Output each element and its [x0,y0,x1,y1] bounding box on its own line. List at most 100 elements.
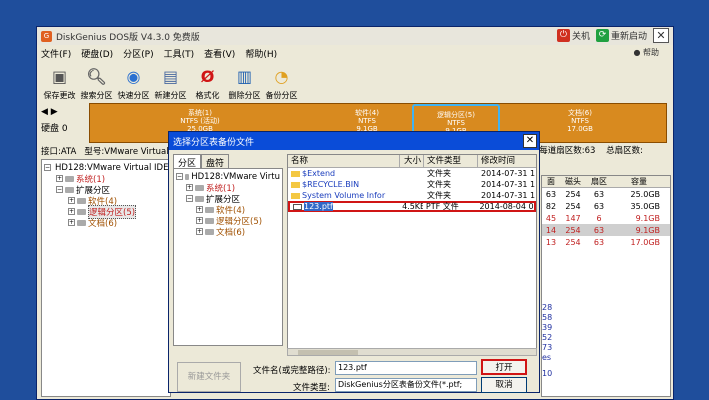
filetype-label: 文件类型: [293,383,330,393]
cell: 63 [593,237,605,247]
partition-icon [77,219,86,226]
file-row-selected[interactable]: 123.ptf 4.5KB PTF 文件 2014-08-04 09 [288,201,536,212]
detail-num: 10 [542,369,553,378]
disk-label: 硬盘 0 [41,124,68,134]
detail-num: 28 [542,303,553,312]
delete-partition-button[interactable]: ▥ 删除分区 [226,63,263,105]
tree-item-logical[interactable]: + 逻辑分区(5) [44,204,168,219]
save-changes-button[interactable]: ▣ 保存更改 [41,63,78,105]
restart-label: 重新启动 [610,32,647,42]
disk-nav-arrows[interactable]: ◀ ▶ [41,107,68,117]
toolbar: ▣ 保存更改 🔍︎ 搜索分区 ◉ 快速分区 ▤ 新建分区 Ø 格式化 ▥ 删除分区 ◔ 备份分… [37,63,300,105]
scroll-thumb[interactable] [298,350,358,355]
help-link[interactable]: ● 帮助 [633,47,659,58]
col-size[interactable]: 大小 [400,155,424,167]
tree-item-docs[interactable]: + 文档(6) [176,226,280,238]
format-label: 格式化 [195,91,220,100]
partition-fs: NTFS [447,119,465,127]
folder-icon [291,192,300,199]
shutdown-button[interactable]: ⏻ 关机 [556,29,590,42]
tree-item-system[interactable]: + 系统(1) [176,182,280,194]
search-label: 搜索分区 [80,91,113,100]
cancel-button[interactable]: 取消 [481,377,527,393]
table-header: 面 磁头 扇区 容量 [542,176,670,188]
tree-item-disk[interactable]: − HD128:VMware Virtu [176,171,280,182]
table-row[interactable]: 82 254 63 35.0GB [542,200,670,212]
file-row[interactable]: $RECYCLE.BIN 文件夹 2014-07-31 1 [288,179,536,190]
title-bar: G DiskGenius DOS版 V4.3.0 免费版 ⏻ 关机 ⟳ 重新启动… [37,27,673,45]
col-date[interactable]: 修改时间 [478,155,536,167]
detail-numbers: 28 58 39 52 73 es 10 [542,303,552,379]
menu-help[interactable]: 帮助(H) [245,47,277,60]
horizontal-scrollbar[interactable] [287,348,537,356]
folder-icon [291,181,300,188]
table-row[interactable]: 13 254 63 17.0GB [542,236,670,248]
file-row[interactable]: System Volume Infor 文件夹 2014-07-31 1 [288,190,536,201]
cell: 9.1GB [635,225,660,235]
partition-icon [205,206,214,213]
menu-partition[interactable]: 分区(P) [123,47,153,60]
table-row[interactable]: 14 254 63 9.1GB [542,224,670,236]
filename-input[interactable]: 123.ptf [335,361,477,375]
tree-item-logical[interactable]: + 逻辑分区(5) [176,215,280,227]
detail-num: 39 [542,323,553,332]
folder-icon [291,170,300,177]
menu-file[interactable]: 文件(F) [41,47,71,60]
close-icon[interactable]: ✕ [653,28,669,43]
col-sector: 扇区 [591,177,607,186]
menu-disk[interactable]: 硬盘(D) [81,47,113,60]
cell: 63 [593,189,605,199]
partition-size: 17.0GB [567,125,593,133]
partition-icon [195,195,204,202]
table-row[interactable]: 45 147 6 9.1GB [542,212,670,224]
tree-item-disk[interactable]: − HD128:VMware Virtual IDE [44,162,168,173]
file-name: $RECYCLE.BIN [302,180,360,189]
search-icon: 🔍︎ [86,66,107,86]
table-row[interactable]: 63 254 63 25.0GB [542,188,670,200]
partition-icon [65,186,74,193]
menu-tools[interactable]: 工具(T) [164,47,195,60]
new-partition-button[interactable]: ▤ 新建分区 [152,63,189,105]
filename-label: 文件名(或完整路径): [253,366,331,376]
file-date: 2014-07-31 1 [481,180,536,189]
menu-bar: 文件(F) 硬盘(D) 分区(P) 工具(T) 查看(V) 帮助(H) [37,45,673,61]
partition-fs: NTFS (活动) [180,117,220,125]
menu-view[interactable]: 查看(V) [204,47,235,60]
partition-fs: NTFS [358,117,376,125]
partition-icon [77,208,86,215]
cell: 13 [545,237,557,247]
partition-block-docs[interactable]: 文档(6) NTFS 17.0GB [530,104,630,142]
col-name[interactable]: 名称 [288,155,400,167]
dialog-close-icon[interactable]: ✕ [523,134,537,148]
restart-button[interactable]: ⟳ 重新启动 [595,29,647,42]
cell: 63 [545,189,557,199]
detail-num: 73 [542,343,553,352]
file-list: 名称 大小 文件类型 修改时间 $Extend 文件夹 2014-07-31 1… [287,154,537,350]
restart-icon: ⟳ [595,29,609,42]
partition-table: 面 磁头 扇区 容量 63 254 63 25.0GB 82 254 63 35.0GB 4… [541,175,671,397]
cell: 254 [565,201,581,211]
partition-icon [195,184,204,191]
backup-partition-button[interactable]: ◔ 备份分区 [263,63,300,105]
tree-item-extended[interactable]: − 扩展分区 [176,193,280,205]
disk-save-icon: ▣ [51,66,68,86]
tree-item-docs[interactable]: + 文档(6) [44,217,168,229]
quick-partition-button[interactable]: ◉ 快速分区 [115,63,152,105]
tree-label: HD128:VMware Virtual IDE [55,162,169,173]
cell: 147 [565,213,581,223]
tree-item-system[interactable]: + 系统(1) [44,173,168,185]
filetype-select[interactable]: DiskGenius分区表备份文件(*.ptf; [335,378,477,392]
file-type: 文件夹 [427,169,451,178]
search-partition-button[interactable]: 🔍︎ 搜索分区 [78,63,115,105]
file-row[interactable]: $Extend 文件夹 2014-07-31 1 [288,168,536,179]
partition-name: 逻辑分区(5) [437,111,475,119]
partition-fs: NTFS [571,117,589,125]
open-button[interactable]: 打开 [481,359,527,375]
col-type[interactable]: 文件类型 [424,155,478,167]
tree-item-software[interactable]: + 软件(4) [176,204,280,216]
new-folder-button: 新建文件夹 [177,362,241,392]
file-date: 2014-07-31 1 [481,169,536,178]
tree-item-extended[interactable]: − 扩展分区 [44,184,168,196]
format-button[interactable]: Ø 格式化 [189,63,226,105]
disk-model: 型号:VMware Virtual [84,147,169,157]
